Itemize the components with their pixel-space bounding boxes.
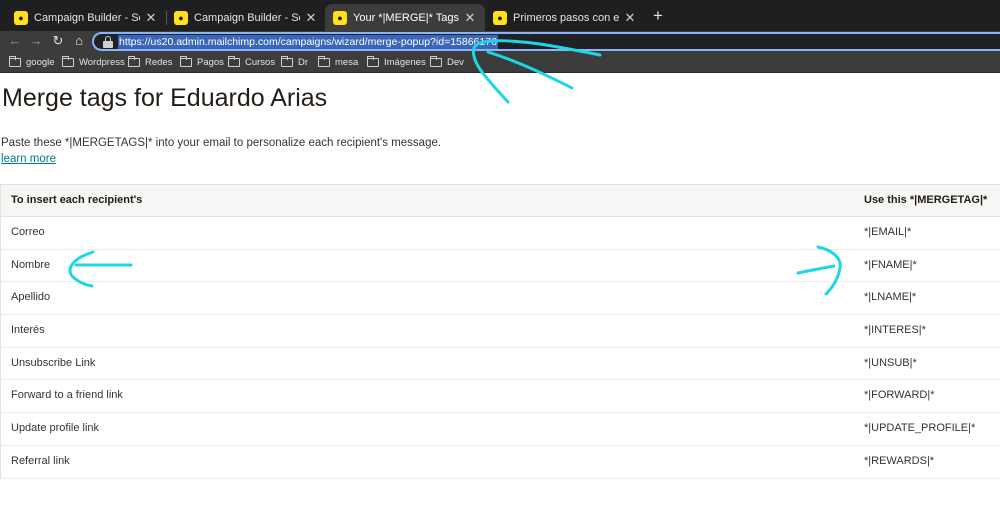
close-tab-icon[interactable]: ✕: [623, 10, 637, 26]
merge-tag[interactable]: *|UPDATE_PROFILE|*: [864, 422, 975, 434]
bookmark-label: mesa: [335, 56, 359, 68]
tab-title: Campaign Builder - Setup | Ma: [194, 11, 300, 24]
bookmark-google[interactable]: google: [8, 55, 55, 69]
table-row: Interés *|INTERES|*: [1, 315, 1000, 348]
table-row: Correo *|EMAIL|*: [1, 217, 1000, 250]
field-name: Apellido: [11, 291, 51, 304]
url-text[interactable]: https://us20.admin.mailchimp.com/campaig…: [118, 35, 498, 49]
browser-toolbar: ← → ↻ ⌂ https://us20.admin.mailchimp.com…: [0, 31, 1000, 51]
table-row: Unsubscribe Link *|UNSUB|*: [1, 348, 1000, 381]
bookmark-label: Dev: [447, 56, 464, 68]
merge-tags-table: To insert each recipient's Use this *|ME…: [0, 184, 1000, 479]
field-name: Correo: [11, 226, 45, 238]
table-row: Referral link *|REWARDS|*: [1, 446, 1000, 479]
table-row: Apellido *|LNAME|*: [1, 282, 1000, 316]
folder-icon: [317, 55, 330, 67]
address-bar[interactable]: https://us20.admin.mailchimp.com/campaig…: [92, 32, 1000, 51]
tab-title: Primeros pasos con etiquetas: [513, 11, 619, 24]
merge-tag[interactable]: *|UNSUB|*: [864, 357, 917, 369]
bookmark-pagos[interactable]: Pagos: [179, 55, 224, 69]
field-name: Forward to a friend link: [11, 389, 123, 402]
close-tab-icon[interactable]: ✕: [144, 10, 158, 26]
folder-icon: [366, 55, 379, 67]
bookmark-label: Pagos: [197, 56, 224, 68]
tab-campaign-builder-1[interactable]: ● Campaign Builder - Setup | Mai ✕: [6, 4, 166, 31]
folder-icon: [280, 55, 293, 67]
field-name: Interés: [11, 324, 45, 337]
folder-icon: [227, 55, 240, 67]
intro-text: Paste these *|MERGETAGS|* into your emai…: [1, 137, 442, 149]
table-header: To insert each recipient's Use this *|ME…: [1, 184, 1000, 217]
lock-icon: [103, 36, 113, 48]
merge-tag[interactable]: *|FORWARD|*: [864, 389, 935, 401]
column-header-field: To insert each recipient's: [11, 194, 143, 206]
new-tab-plus-icon[interactable]: +: [650, 7, 666, 25]
bookmark-label: Redes: [145, 56, 173, 68]
tab-campaign-builder-2[interactable]: ● Campaign Builder - Setup | Ma ✕: [166, 4, 326, 31]
merge-tag[interactable]: *|LNAME|*: [864, 291, 916, 303]
reload-icon[interactable]: ↻: [51, 33, 65, 49]
close-tab-icon[interactable]: ✕: [463, 10, 477, 26]
bookmark-label: google: [26, 56, 55, 68]
forward-arrow-icon[interactable]: →: [29, 33, 43, 49]
tab-primeros-pasos[interactable]: ● Primeros pasos con etiquetas ✕: [485, 4, 645, 31]
tab-title: Campaign Builder - Setup | Mai: [34, 11, 140, 24]
table-row: Update profile link *|UPDATE_PROFILE|*: [1, 413, 1000, 446]
folder-icon: [179, 55, 192, 67]
bookmark-wordpress[interactable]: Wordpress: [61, 55, 125, 69]
merge-tag[interactable]: *|FNAME|*: [864, 259, 917, 271]
mailchimp-favicon-icon: ●: [14, 10, 28, 25]
field-name: Nombre: [11, 258, 51, 271]
field-name: Referral link: [11, 454, 70, 467]
bookmark-label: Imágenes: [384, 56, 426, 68]
mailchimp-favicon-icon: ●: [493, 10, 507, 25]
bookmark-dev[interactable]: Dev: [429, 55, 464, 69]
bookmark-label: Wordpress: [79, 56, 125, 68]
bookmark-dr[interactable]: Dr: [280, 55, 309, 69]
back-arrow-icon[interactable]: ←: [8, 33, 22, 49]
column-header-tag: Use this *|MERGETAG|*: [864, 194, 988, 206]
folder-icon: [429, 55, 442, 67]
tab-title: Your *|MERGE|* Tags | Mailchi: [353, 11, 459, 24]
home-icon[interactable]: ⌂: [72, 33, 86, 49]
table-row: Nombre *|FNAME|*: [1, 250, 1000, 283]
tab-strip: ● Campaign Builder - Setup | Mai ✕ ● Cam…: [0, 0, 1000, 31]
table-row: Forward to a friend link *|FORWARD|*: [1, 380, 1000, 414]
bookmark-cursos[interactable]: Cursos: [227, 55, 276, 69]
bookmark-imagenes[interactable]: Imágenes: [366, 55, 426, 69]
bookmark-redes[interactable]: Redes: [127, 55, 173, 69]
merge-tag[interactable]: *|INTERES|*: [864, 324, 926, 336]
folder-icon: [8, 55, 21, 67]
mailchimp-favicon-icon: ●: [174, 10, 188, 25]
page-title: Merge tags for Eduardo Arias: [2, 84, 328, 112]
merge-tag[interactable]: *|REWARDS|*: [864, 455, 934, 467]
field-name: Unsubscribe Link: [11, 356, 96, 369]
folder-icon: [61, 55, 74, 67]
bookmark-label: Cursos: [245, 56, 276, 68]
mailchimp-favicon-icon: ●: [333, 10, 347, 25]
folder-icon: [127, 55, 140, 67]
merge-tag[interactable]: *|EMAIL|*: [864, 226, 911, 238]
bookmarks-bar: google Wordpress Redes Pagos Cursos Dr m…: [0, 51, 1000, 73]
bookmark-label: Dr: [298, 56, 309, 68]
field-name: Update profile link: [11, 422, 100, 435]
tab-merge-tags[interactable]: ● Your *|MERGE|* Tags | Mailchi ✕: [325, 4, 485, 31]
close-tab-icon[interactable]: ✕: [304, 10, 318, 26]
learn-more-link[interactable]: learn more: [1, 153, 56, 165]
bookmark-mesa[interactable]: mesa: [317, 55, 359, 69]
